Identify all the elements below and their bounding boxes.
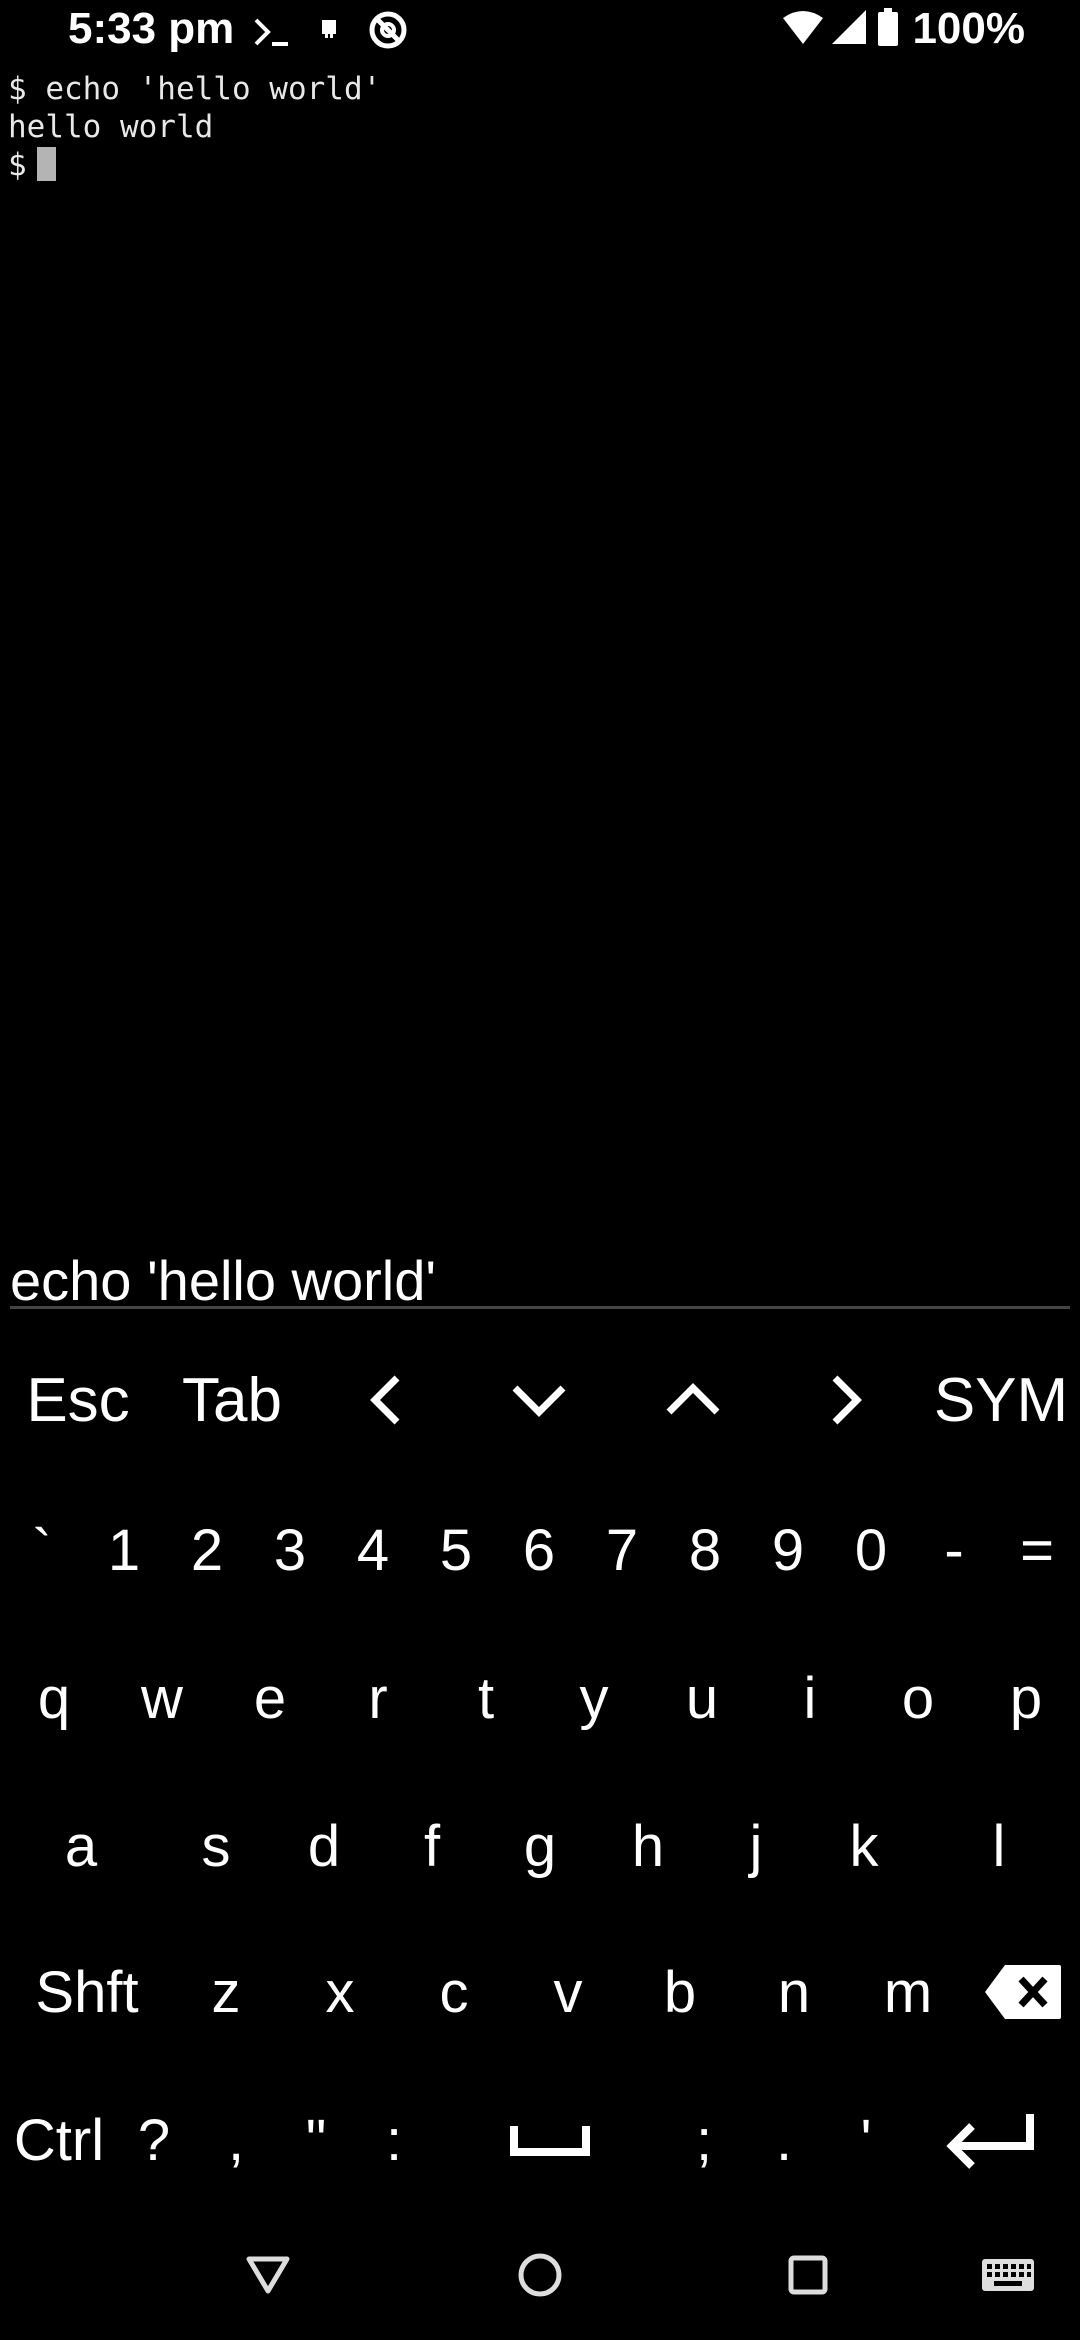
key-e[interactable]: e xyxy=(216,1643,324,1753)
battery-percentage: 100% xyxy=(912,4,1025,53)
up-arrow-icon xyxy=(666,1383,720,1415)
left-arrow-key[interactable] xyxy=(320,1350,450,1450)
key-o[interactable]: o xyxy=(864,1643,972,1753)
keyboard-icon xyxy=(982,2259,1034,2291)
key-comma[interactable]: , xyxy=(204,2085,268,2195)
key-x[interactable]: x xyxy=(284,1937,396,2047)
keyboard-switch-button[interactable] xyxy=(968,2240,1048,2310)
key-z[interactable]: z xyxy=(170,1937,282,2047)
terminal-cursor xyxy=(36,147,56,181)
backspace-icon xyxy=(985,1965,1061,2019)
keyboard-row-zxcv: Shft z x c v b n m xyxy=(0,1937,1080,2047)
recents-button[interactable] xyxy=(768,2240,848,2310)
input-underline xyxy=(10,1306,1070,1309)
key-1[interactable]: 1 xyxy=(90,1495,158,1605)
terminal-prompt-line: $ xyxy=(8,146,1068,184)
down-arrow-key[interactable] xyxy=(474,1350,604,1450)
key-3[interactable]: 3 xyxy=(256,1495,324,1605)
backspace-key[interactable] xyxy=(970,1937,1076,2047)
key-g[interactable]: g xyxy=(486,1791,594,1901)
right-arrow-key[interactable] xyxy=(782,1350,912,1450)
termux-screen: 5:33 pm 100% $ echo 'hello world' hello … xyxy=(0,0,1080,2340)
key-0[interactable]: 0 xyxy=(837,1495,905,1605)
key-n[interactable]: n xyxy=(738,1937,850,2047)
terminal-line: $ echo 'hello world' xyxy=(8,71,382,107)
key-2[interactable]: 2 xyxy=(173,1495,241,1605)
up-arrow-key[interactable] xyxy=(628,1350,758,1450)
recents-icon xyxy=(788,2255,828,2295)
cell-signal-icon xyxy=(830,10,868,51)
esc-key[interactable]: Esc xyxy=(10,1350,146,1450)
key-9[interactable]: 9 xyxy=(754,1495,822,1605)
enter-icon xyxy=(946,2114,1034,2169)
space-icon xyxy=(510,2126,590,2156)
home-icon xyxy=(518,2253,562,2297)
terminal-icon xyxy=(252,14,292,55)
sym-key[interactable]: SYM xyxy=(926,1350,1076,1450)
battery-icon xyxy=(878,8,898,51)
terminal-output[interactable]: $ echo 'hello world' hello world $ xyxy=(8,70,1068,184)
key-q[interactable]: q xyxy=(0,1643,108,1753)
left-arrow-icon xyxy=(370,1375,400,1425)
key-w[interactable]: w xyxy=(108,1643,216,1753)
back-icon xyxy=(246,2256,290,2294)
key-8[interactable]: 8 xyxy=(671,1495,739,1605)
key-y[interactable]: y xyxy=(540,1643,648,1753)
notification-icon xyxy=(320,18,338,45)
key-f[interactable]: f xyxy=(378,1791,486,1901)
key-l[interactable]: l xyxy=(945,1791,1053,1901)
key-h[interactable]: h xyxy=(594,1791,702,1901)
key-t[interactable]: t xyxy=(432,1643,540,1753)
key-a[interactable]: a xyxy=(27,1791,135,1901)
home-button[interactable] xyxy=(500,2240,580,2310)
key-m[interactable]: m xyxy=(852,1937,964,2047)
keyboard-row-numbers: ` 1 2 3 4 5 6 7 8 9 0 - = xyxy=(0,1495,1080,1605)
key-5[interactable]: 5 xyxy=(422,1495,490,1605)
key-u[interactable]: u xyxy=(648,1643,756,1753)
key-semicolon[interactable]: ; xyxy=(672,2085,736,2195)
enter-key[interactable] xyxy=(930,2085,1050,2195)
do-not-disturb-icon xyxy=(368,10,408,55)
key-r[interactable]: r xyxy=(324,1643,432,1753)
key-j[interactable]: j xyxy=(702,1791,810,1901)
terminal-prompt: $ xyxy=(8,147,27,183)
command-input[interactable]: echo 'hello world' xyxy=(10,1248,436,1313)
back-button[interactable] xyxy=(228,2240,308,2310)
keyboard-row-qwerty: q w e r t y u i o p xyxy=(0,1643,1080,1753)
key-v[interactable]: v xyxy=(512,1937,624,2047)
keyboard-row-asdf: a s d f g h j k l xyxy=(0,1791,1080,1901)
key-6[interactable]: 6 xyxy=(505,1495,573,1605)
keyboard-row-bottom: Ctrl ? , " : ; . ' xyxy=(0,2085,1080,2195)
status-time: 5:33 pm xyxy=(68,4,235,53)
key-k[interactable]: k xyxy=(810,1791,918,1901)
tab-key[interactable]: Tab xyxy=(164,1350,300,1450)
navigation-bar xyxy=(0,2220,1080,2330)
wifi-icon xyxy=(782,10,824,51)
key-4[interactable]: 4 xyxy=(339,1495,407,1605)
space-key[interactable] xyxy=(470,2085,630,2195)
key-backtick[interactable]: ` xyxy=(8,1495,76,1605)
extra-keys-row: Esc Tab SYM xyxy=(0,1350,1080,1450)
down-arrow-icon xyxy=(512,1385,566,1417)
key-c[interactable]: c xyxy=(398,1937,510,2047)
key-d[interactable]: d xyxy=(270,1791,378,1901)
key-single-quote[interactable]: ' xyxy=(834,2085,898,2195)
key-p[interactable]: p xyxy=(972,1643,1080,1753)
key-s[interactable]: s xyxy=(162,1791,270,1901)
key-7[interactable]: 7 xyxy=(588,1495,656,1605)
key-question[interactable]: ? xyxy=(122,2085,186,2195)
key-b[interactable]: b xyxy=(624,1937,736,2047)
status-bar: 5:33 pm 100% xyxy=(0,0,1080,64)
key-equals[interactable]: = xyxy=(1003,1495,1071,1605)
key-period[interactable]: . xyxy=(752,2085,816,2195)
ctrl-key[interactable]: Ctrl xyxy=(0,2085,118,2195)
key-i[interactable]: i xyxy=(756,1643,864,1753)
key-double-quote[interactable]: " xyxy=(284,2085,348,2195)
shift-key[interactable]: Shft xyxy=(12,1937,162,2047)
terminal-line: hello world xyxy=(8,109,214,145)
right-arrow-icon xyxy=(832,1375,862,1425)
key-colon[interactable]: : xyxy=(362,2085,426,2195)
key-minus[interactable]: - xyxy=(920,1495,988,1605)
